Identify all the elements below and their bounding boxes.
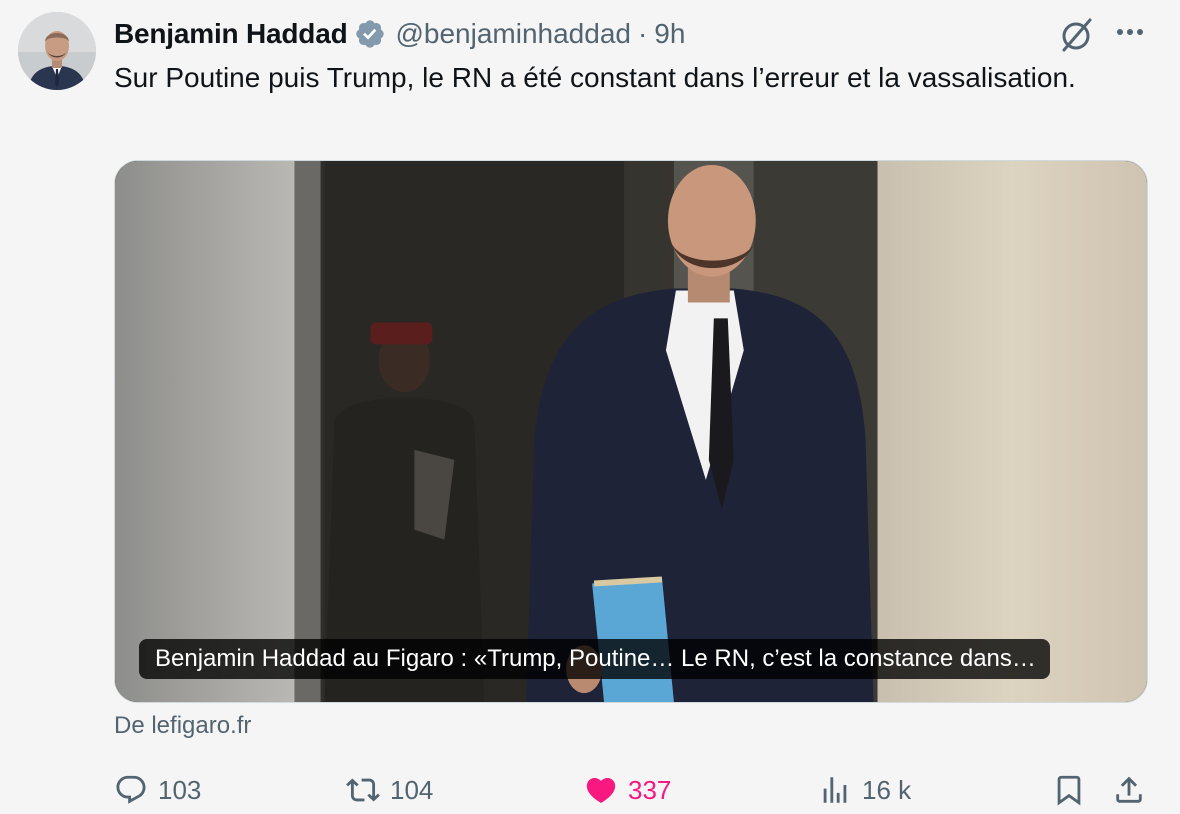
like-count: 337: [628, 774, 672, 805]
author-handle[interactable]: @benjaminhaddad: [395, 18, 630, 50]
reply-count: 103: [158, 774, 202, 805]
share-icon: [1116, 776, 1142, 803]
views-icon: [823, 777, 847, 803]
tweet-timestamp[interactable]: 9h: [654, 18, 685, 50]
heart-icon: [586, 777, 616, 803]
tweet-text: Sur Poutine puis Trump, le RN a été cons…: [114, 62, 1076, 93]
action-bar: 103 104 337 16 k: [114, 766, 1154, 814]
card-photo: [115, 161, 1147, 702]
tweet-header: Benjamin Haddad @benjaminhaddad · 9h: [114, 14, 685, 54]
verified-badge-icon[interactable]: [354, 18, 386, 50]
share-button[interactable]: [1112, 766, 1146, 814]
header-separator: ·: [637, 18, 648, 49]
avatar-image: [18, 12, 96, 90]
card-caption: Benjamin Haddad au Figaro : «Trump, Pout…: [139, 639, 1050, 679]
reply-icon: [116, 775, 146, 804]
like-button[interactable]: 337: [584, 766, 671, 814]
repost-button[interactable]: 104: [346, 766, 433, 814]
more-icon[interactable]: [1110, 16, 1150, 52]
bookmark-button[interactable]: [1052, 766, 1086, 814]
grok-icon[interactable]: [1056, 14, 1096, 54]
avatar[interactable]: [18, 12, 96, 90]
views-button[interactable]: 16 k: [818, 766, 911, 814]
views-count: 16 k: [862, 774, 912, 805]
reply-button[interactable]: 103: [114, 766, 201, 814]
repost-count: 104: [390, 774, 434, 805]
repost-icon: [346, 778, 380, 802]
author-name[interactable]: Benjamin Haddad: [114, 18, 348, 50]
card-source[interactable]: De lefigaro.fr: [114, 712, 251, 740]
link-card[interactable]: Benjamin Haddad au Figaro : «Trump, Pout…: [114, 160, 1148, 703]
tweet: Benjamin Haddad @benjaminhaddad · 9h Sur…: [0, 0, 1180, 814]
bookmark-icon: [1057, 775, 1081, 806]
